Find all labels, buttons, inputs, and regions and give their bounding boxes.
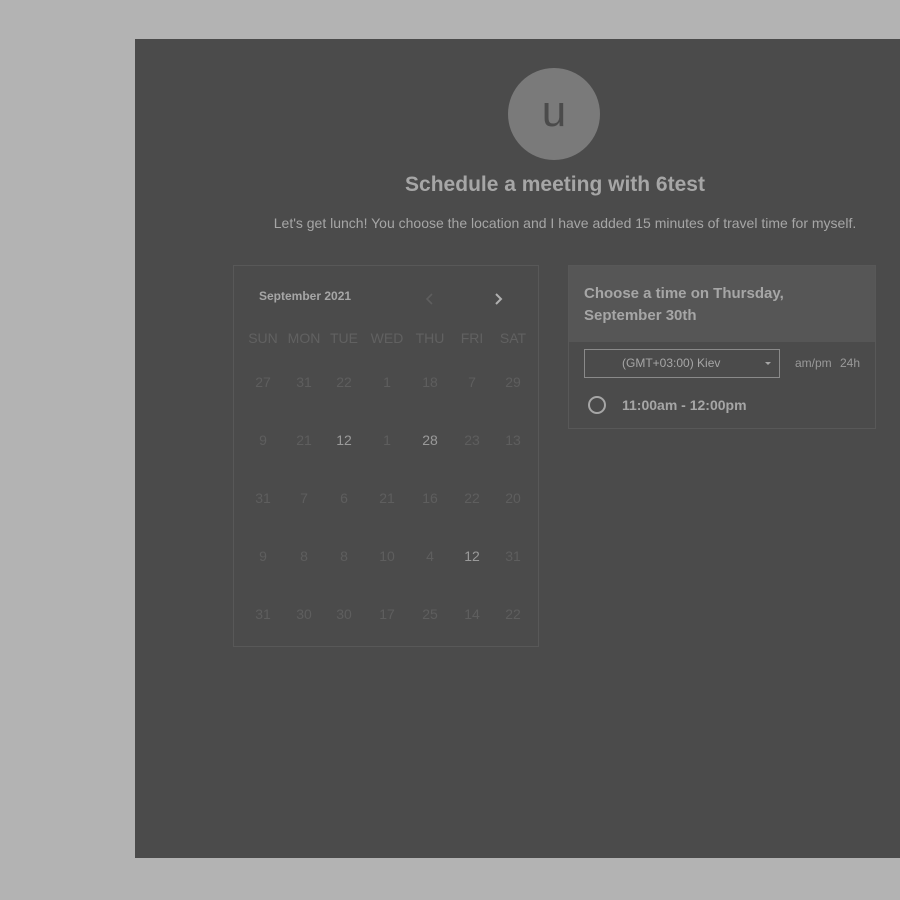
previous-month-button[interactable] (419, 288, 441, 310)
calendar-day: 27 (255, 374, 271, 390)
calendar-day: 29 (505, 374, 521, 390)
timezone-value: (GMT+03:00) Kiev (622, 356, 721, 370)
24h-toggle[interactable]: 24h (840, 356, 860, 370)
calendar-day: 9 (259, 548, 267, 564)
time-slot-option[interactable]: 11:00am - 12:00pm (588, 394, 868, 418)
caret-down-icon (765, 362, 771, 365)
weekday-label: FRI (460, 330, 484, 346)
time-slot-label: 11:00am - 12:00pm (622, 397, 747, 413)
calendar-month-label: September 2021 (259, 289, 352, 303)
calendar-day: 20 (505, 490, 521, 506)
calendar-day: 7 (468, 374, 476, 390)
weekday-label: THU (415, 330, 445, 346)
time-slots-panel: Choose a time on Thursday, September 30t… (568, 265, 876, 429)
weekday-header: SUN MON TUE WED THU FRI SAT (242, 330, 538, 346)
calendar-day: 6 (340, 490, 348, 506)
calendar-day: 31 (296, 374, 312, 390)
calendar-day: 7 (300, 490, 308, 506)
calendar-day: 10 (379, 548, 395, 564)
avatar-letter: u (541, 87, 567, 136)
calendar-day: 30 (296, 606, 312, 622)
calendar-day: 1 (383, 374, 391, 390)
calendar-day: 22 (336, 374, 352, 390)
calendar-day: 25 (422, 606, 438, 622)
calendar-day: 31 (255, 490, 271, 506)
next-month-button[interactable] (487, 288, 509, 310)
weekday-label: SAT (499, 330, 527, 346)
calendar-day: 16 (422, 490, 438, 506)
calendar: September 2021 SUN MON TUE WED THU FRI SAT 27 3… (233, 265, 539, 647)
calendar-day: 22 (505, 606, 521, 622)
calendar-day[interactable]: 12 (451, 548, 493, 564)
weekday-label: WED (370, 330, 404, 346)
calendar-day: 13 (505, 432, 521, 448)
avatar: u (508, 68, 600, 160)
calendar-day: 1 (383, 432, 391, 448)
timezone-select[interactable]: (GMT+03:00) Kiev (584, 349, 780, 378)
weekday-label: TUE (330, 330, 358, 346)
radio-button[interactable] (588, 396, 606, 414)
ampm-toggle[interactable]: am/pm (795, 356, 832, 370)
calendar-day[interactable]: 28 (409, 432, 451, 448)
calendar-day: 18 (422, 374, 438, 390)
calendar-day[interactable]: 12 (323, 432, 365, 448)
booking-panel: u Schedule a meeting with 6test Let's ge… (135, 39, 900, 858)
chevron-left-icon (425, 293, 433, 305)
calendar-day: 30 (336, 606, 352, 622)
meeting-description: Let's get lunch! You choose the location… (273, 215, 857, 231)
calendar-day: 9 (259, 432, 267, 448)
calendar-day: 4 (426, 548, 434, 564)
calendar-day: 23 (464, 432, 480, 448)
slots-title: Choose a time on Thursday, September 30t… (584, 285, 784, 324)
calendar-day: 14 (464, 606, 480, 622)
calendar-day: 17 (379, 606, 395, 622)
page-title: Schedule a meeting with 6test (405, 173, 705, 196)
calendar-day: 31 (255, 606, 271, 622)
calendar-day: 22 (464, 490, 480, 506)
weekday-label: SUN (248, 330, 278, 346)
calendar-day: 8 (300, 548, 308, 564)
slots-header: Choose a time on Thursday, September 30t… (569, 266, 875, 342)
chevron-right-icon (495, 293, 503, 305)
weekday-label: MON (287, 330, 321, 346)
calendar-day: 31 (505, 548, 521, 564)
calendar-day: 8 (340, 548, 348, 564)
calendar-day: 21 (296, 432, 312, 448)
calendar-day: 21 (379, 490, 395, 506)
